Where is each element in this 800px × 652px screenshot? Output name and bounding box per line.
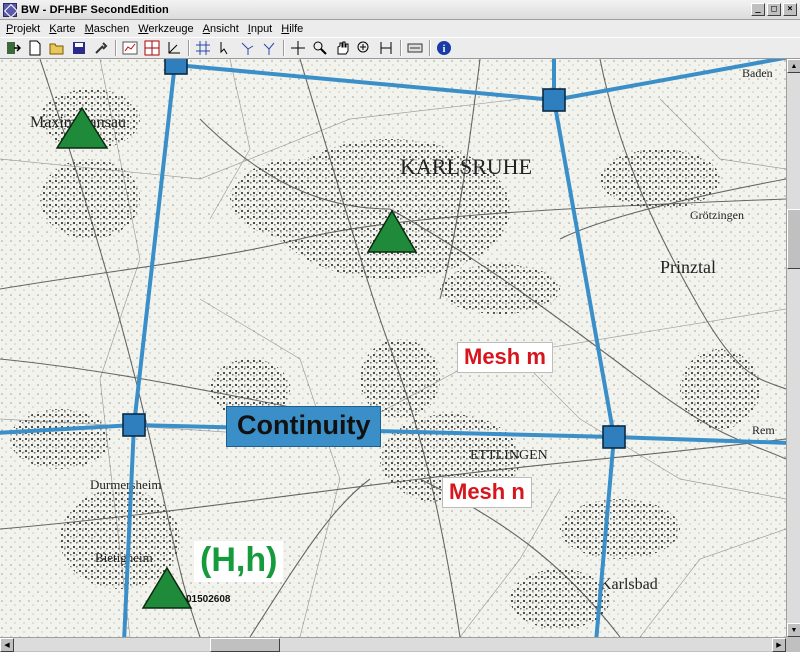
measure-icon[interactable] bbox=[377, 39, 395, 57]
vertical-scrollbar[interactable]: ▲ ▼ bbox=[786, 59, 800, 637]
scroll-right-arrow-icon[interactable]: ▶ bbox=[772, 638, 786, 652]
node-code-label: 01502608 bbox=[186, 594, 231, 605]
mesh-node[interactable] bbox=[602, 425, 626, 449]
menu-hilfe[interactable]: Hilfe bbox=[277, 23, 308, 35]
scroll-left-arrow-icon[interactable]: ◀ bbox=[0, 638, 14, 652]
crosshair-icon[interactable] bbox=[289, 39, 307, 57]
place-durmersheim: Durmersheim bbox=[90, 477, 161, 492]
mesh-n-label: Mesh n bbox=[442, 477, 532, 508]
menu-bar: Projekt Karte Maschen Werkzeuge Ansicht … bbox=[0, 20, 800, 37]
grid-icon[interactable] bbox=[194, 39, 212, 57]
scroll-down-arrow-icon[interactable]: ▼ bbox=[787, 623, 800, 637]
scroll-up-arrow-icon[interactable]: ▲ bbox=[787, 59, 800, 73]
svg-text:i: i bbox=[443, 44, 446, 55]
place-rem: Rem bbox=[752, 423, 775, 437]
place-bietigheim: Bietigheim bbox=[95, 550, 153, 565]
place-grotzingen: Grötzingen bbox=[690, 208, 744, 222]
menu-maschen[interactable]: Maschen bbox=[81, 23, 135, 35]
app-icon[interactable] bbox=[3, 2, 17, 17]
app-window: BW - DFHBF SecondEdition _ □ × Projekt K… bbox=[0, 0, 800, 652]
toolbar-separator bbox=[115, 40, 117, 56]
window-title: BW - DFHBF SecondEdition bbox=[21, 3, 169, 16]
maximize-button[interactable]: □ bbox=[767, 3, 781, 16]
exit-icon[interactable] bbox=[4, 39, 22, 57]
mesh-node[interactable] bbox=[164, 59, 188, 75]
scrollbar-corner bbox=[786, 637, 800, 651]
horizontal-scroll-thumb[interactable] bbox=[210, 638, 280, 652]
title-bar[interactable]: BW - DFHBF SecondEdition _ □ × bbox=[0, 0, 800, 20]
toolbar-separator bbox=[283, 40, 285, 56]
horizontal-scrollbar[interactable]: ◀ ▶ bbox=[0, 637, 786, 652]
tools-icon[interactable] bbox=[92, 39, 110, 57]
mesh-m-label: Mesh m bbox=[457, 342, 553, 373]
mesh-node[interactable] bbox=[542, 88, 566, 112]
mesh-grid-icon[interactable] bbox=[143, 39, 161, 57]
continuity-label: Continuity bbox=[226, 406, 382, 447]
place-prinztal: Prinztal bbox=[660, 257, 716, 277]
zoom-in-icon[interactable] bbox=[355, 39, 373, 57]
mesh-node[interactable] bbox=[122, 413, 146, 437]
toolbar: i bbox=[0, 37, 800, 59]
menu-ansicht[interactable]: Ansicht bbox=[199, 23, 244, 35]
place-baden: Baden bbox=[742, 66, 773, 80]
place-karlsbad: Karlsbad bbox=[600, 576, 658, 593]
save-icon[interactable] bbox=[70, 39, 88, 57]
info-icon[interactable]: i bbox=[435, 39, 453, 57]
map-canvas[interactable]: KARLSRUHE ETTLINGEN Maximiliansau Durmer… bbox=[0, 59, 786, 637]
menu-input[interactable]: Input bbox=[244, 23, 277, 35]
move-node-icon[interactable] bbox=[260, 39, 278, 57]
toolbar-separator bbox=[400, 40, 402, 56]
menu-karte[interactable]: Karte bbox=[45, 23, 80, 35]
menu-projekt[interactable]: Projekt bbox=[2, 23, 45, 35]
axis-icon[interactable] bbox=[165, 39, 183, 57]
toolbar-separator bbox=[429, 40, 431, 56]
window-controls: _ □ × bbox=[751, 3, 797, 16]
add-node-icon[interactable] bbox=[238, 39, 256, 57]
keyboard-icon[interactable] bbox=[406, 39, 424, 57]
place-ettlingen: ETTLINGEN bbox=[470, 448, 548, 463]
place-karlsruhe: KARLSRUHE bbox=[400, 154, 532, 179]
zoom-icon[interactable] bbox=[311, 39, 329, 57]
topographic-map: KARLSRUHE ETTLINGEN Maximiliansau Durmer… bbox=[0, 59, 786, 637]
vertical-scroll-thumb[interactable] bbox=[787, 209, 800, 269]
open-folder-icon[interactable] bbox=[48, 39, 66, 57]
new-file-icon[interactable] bbox=[26, 39, 44, 57]
menu-werkzeuge[interactable]: Werkzeuge bbox=[134, 23, 198, 35]
pan-hand-icon[interactable] bbox=[333, 39, 351, 57]
close-button[interactable]: × bbox=[783, 3, 797, 16]
select-node-icon[interactable] bbox=[216, 39, 234, 57]
toolbar-separator bbox=[188, 40, 190, 56]
hh-label: (H,h) bbox=[194, 541, 284, 582]
chart-icon[interactable] bbox=[121, 39, 139, 57]
minimize-button[interactable]: _ bbox=[751, 3, 765, 16]
